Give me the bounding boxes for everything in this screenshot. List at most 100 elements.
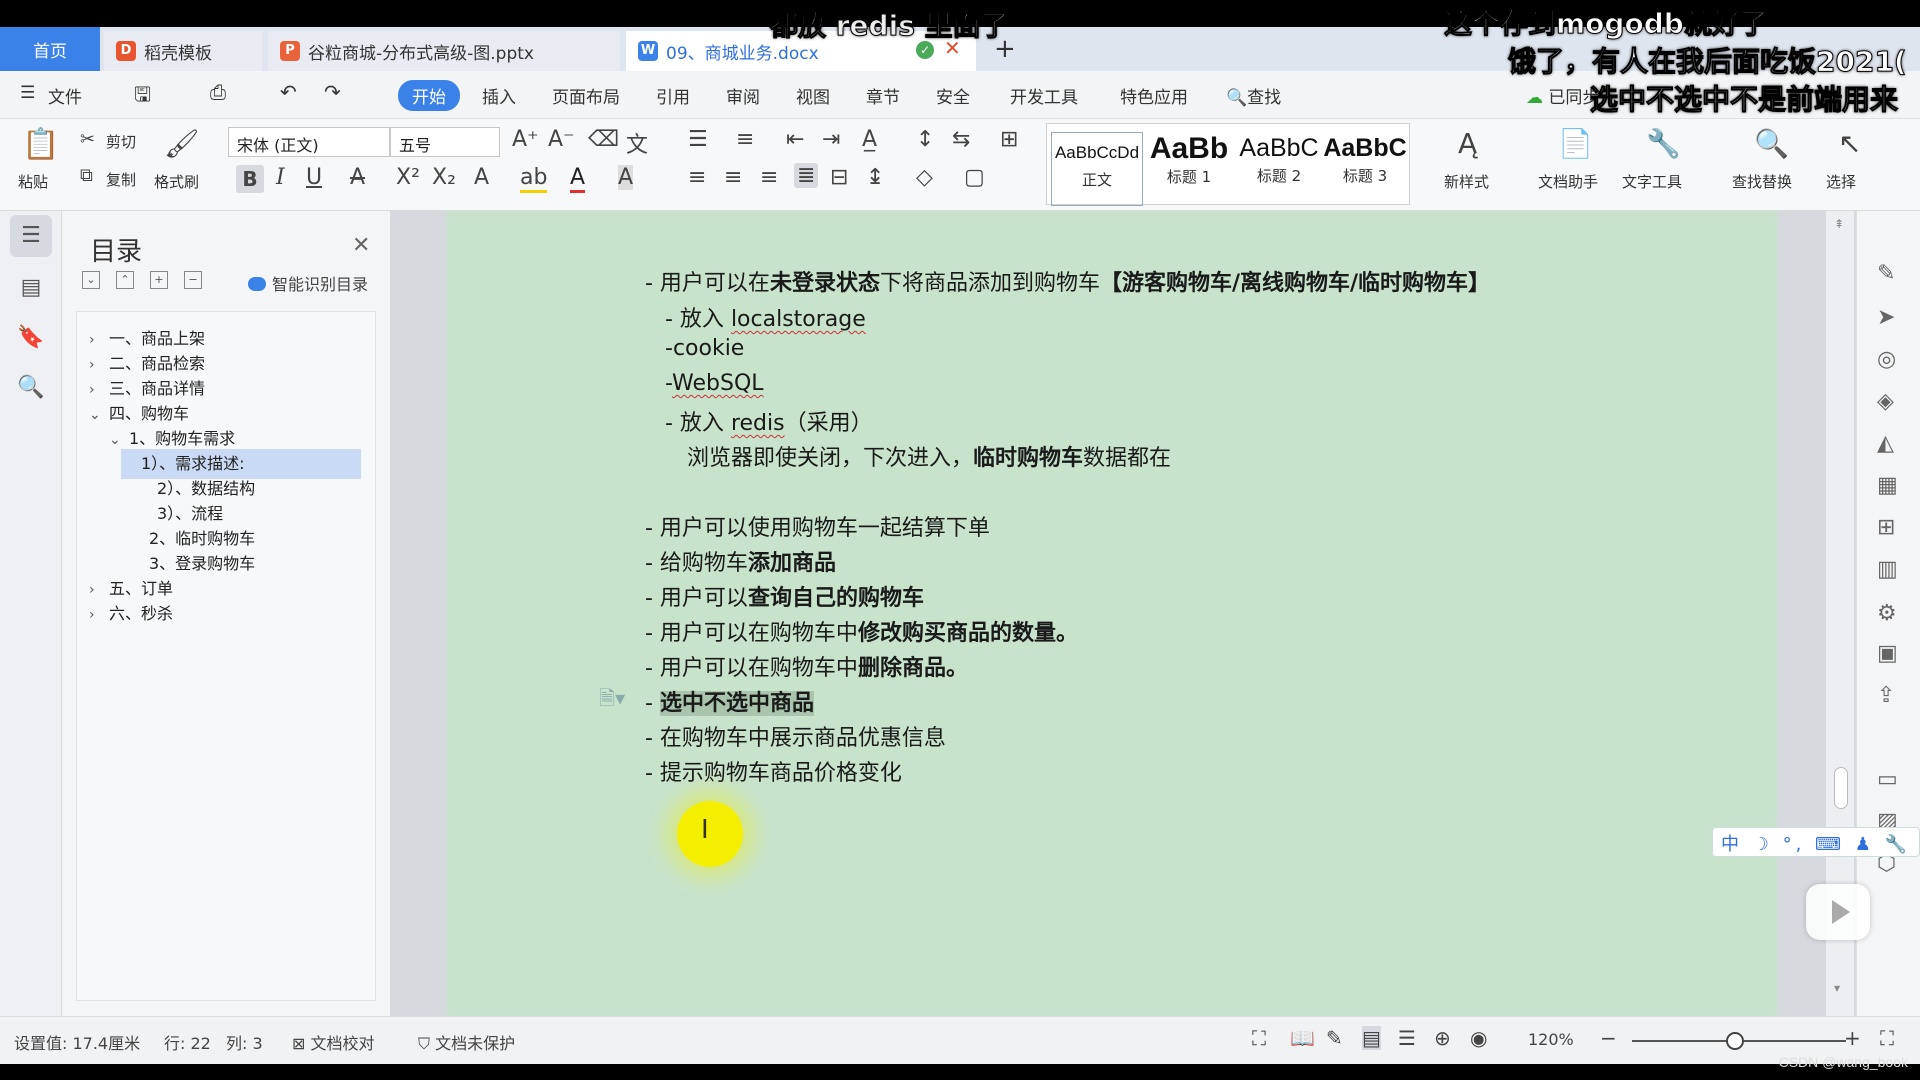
distribute-icon[interactable]: ⊟ [830, 165, 848, 190]
shading-icon[interactable]: ◇ [916, 165, 933, 190]
new-style-icon[interactable]: Ą [1458, 127, 1477, 160]
play-icon[interactable] [1806, 884, 1870, 940]
scissors-icon[interactable]: ✂ [80, 129, 95, 150]
collapse-all-icon[interactable]: ⌄ [82, 271, 100, 289]
menu-review[interactable]: 审阅 [726, 83, 760, 108]
sync-status[interactable]: ☁ 已同步 [1526, 83, 1599, 108]
paste-icon[interactable]: 📋 [22, 127, 59, 162]
table-grid-icon[interactable]: ⊞ [1000, 127, 1018, 152]
menu-page-layout[interactable]: 页面布局 [552, 83, 620, 108]
toc-item[interactable]: › 六、秒杀 [89, 599, 173, 629]
fill-icon[interactable]: ◭ [1877, 431, 1894, 456]
close-icon[interactable]: ✕ [352, 233, 370, 258]
remove-heading-icon[interactable]: − [184, 271, 202, 289]
paste-button[interactable]: 粘贴 [18, 171, 48, 192]
eye-protect-icon[interactable]: ◉ [1470, 1026, 1487, 1050]
add-heading-icon[interactable]: + [150, 271, 168, 289]
superscript-icon[interactable]: X² [396, 165, 420, 190]
italic-icon[interactable]: I [276, 165, 285, 190]
bullet-list-icon[interactable]: ☰ [688, 127, 708, 152]
toc-panel-icon[interactable]: ☰ [10, 215, 52, 257]
chart-icon[interactable]: ▥ [1877, 557, 1898, 582]
undo-icon[interactable]: ↶ [280, 80, 297, 104]
outline-view-icon[interactable]: ☰ [1398, 1026, 1416, 1050]
hamburger-icon[interactable]: ☰ [20, 83, 35, 103]
copy-button[interactable]: 复制 [106, 169, 136, 190]
highlight-icon[interactable]: ab [520, 165, 548, 193]
format-painter-icon[interactable]: 🖌 [164, 127, 200, 160]
zoom-level[interactable]: 120% [1528, 1030, 1574, 1049]
ime-toolbar[interactable]: 中 ☽ °, ⌨ ♟ 🔧 [1712, 827, 1920, 857]
new-style-button[interactable]: 新样式 [1444, 171, 1489, 192]
doc-helper-button[interactable]: 文档助手 [1538, 171, 1598, 192]
style-heading-3[interactable]: AaBbC 标题 3 [1323, 132, 1407, 206]
style-heading-2[interactable]: AaBbC 标题 2 [1233, 132, 1325, 206]
protect-status[interactable]: ⛉ 文档未保护 [418, 1030, 515, 1054]
text-effect-icon[interactable]: A [474, 165, 489, 190]
menu-references[interactable]: 引用 [656, 83, 690, 108]
grow-font-icon[interactable]: A⁺ [512, 127, 539, 152]
read-mode-icon[interactable]: 📖 [1290, 1026, 1315, 1050]
menu-start[interactable]: 开始 [398, 80, 460, 111]
chevron-right-icon[interactable]: › [89, 600, 109, 630]
gallery-icon[interactable]: ◎ [1877, 347, 1896, 372]
phonetic-icon[interactable]: 文 [626, 127, 648, 159]
style-normal[interactable]: AaBbCcDd 正文 [1051, 132, 1143, 206]
apps-grid-icon[interactable]: ⊞ [1877, 515, 1895, 540]
print-icon[interactable]: ⎙ [210, 80, 226, 104]
bookmark-icon[interactable]: 🔖 [10, 317, 52, 359]
doc-helper-icon[interactable]: 📄 [1558, 127, 1593, 160]
redo-icon[interactable]: ↷ [324, 80, 341, 104]
chinese-layout-icon[interactable]: A̲ [862, 127, 877, 152]
underline-icon[interactable]: U [306, 165, 322, 190]
table-icon[interactable]: ▦ [1877, 473, 1898, 498]
edit-mode-icon[interactable]: ✎ [1326, 1026, 1343, 1050]
zoom-out-icon[interactable]: − [1600, 1026, 1617, 1050]
smart-toc-button[interactable]: 智能识别目录 [248, 271, 368, 295]
document-page[interactable]: - 用户可以在未登录状态下将商品添加到购物车【游客购物车/离线购物车/临时购物车… [447, 211, 1777, 1016]
expand-up-icon[interactable]: ⌃ [116, 271, 134, 289]
style-heading-1[interactable]: AaBb 标题 1 [1143, 132, 1235, 206]
zoom-in-icon[interactable]: + [1844, 1026, 1861, 1050]
increase-indent-icon[interactable]: ⇥ [822, 127, 840, 152]
font-size-select[interactable]: 五号 [390, 127, 500, 157]
copy-icon[interactable]: ⧉ [80, 165, 93, 186]
strikethrough-icon[interactable]: A [350, 165, 365, 190]
align-left-icon[interactable]: ≡ [688, 165, 706, 190]
save-icon[interactable]: 🖫 [134, 80, 151, 114]
cut-button[interactable]: 剪切 [106, 131, 136, 152]
find-nav-icon[interactable]: 🔍 [10, 367, 52, 409]
subscript-icon[interactable]: X₂ [432, 165, 456, 190]
menu-special-apps[interactable]: 特色应用 [1120, 83, 1188, 108]
select-button[interactable]: 选择 [1826, 171, 1856, 192]
align-right-icon[interactable]: ≡ [760, 165, 778, 190]
shapes-icon[interactable]: ◈ [1877, 389, 1894, 414]
proofread-button[interactable]: ⊠ 文档校对 [292, 1030, 375, 1054]
font-name-select[interactable]: 宋体 (正文) [228, 127, 390, 157]
settings-sliders-icon[interactable]: ⚙ [1877, 601, 1897, 626]
scrollbar-thumb[interactable] [1834, 767, 1848, 809]
scroll-down-icon[interactable]: ▾ [1834, 981, 1840, 995]
tab-pptx[interactable]: P 谷粒商城-分布式高级-图.pptx [268, 31, 620, 71]
font-color-icon[interactable]: A [570, 165, 586, 193]
format-painter-button[interactable]: 格式刷 [154, 171, 199, 192]
web-view-icon[interactable]: ⊕ [1434, 1026, 1451, 1050]
pointer-icon[interactable]: ➤ [1877, 305, 1895, 330]
page-view-icon[interactable]: ▤ [1362, 1026, 1381, 1050]
menu-insert[interactable]: 插入 [482, 83, 516, 108]
fit-window-icon[interactable]: ⛶ [1880, 1026, 1894, 1050]
menu-view[interactable]: 视图 [796, 83, 830, 108]
scroll-top-icon[interactable]: ⇞ [1834, 217, 1844, 231]
text-tools-button[interactable]: 文字工具 [1622, 171, 1682, 192]
numbered-list-icon[interactable]: ≡ [736, 127, 754, 152]
align-center-icon[interactable]: ≡ [724, 165, 742, 190]
decrease-indent-icon[interactable]: ⇤ [786, 127, 804, 152]
menu-security[interactable]: 安全 [936, 83, 970, 108]
tab-templates[interactable]: D 稻壳模板 [104, 31, 262, 71]
shrink-font-icon[interactable]: A⁻ [548, 127, 575, 152]
menu-find[interactable]: 🔍查找 [1226, 83, 1281, 108]
zoom-slider-knob[interactable] [1726, 1032, 1744, 1050]
menu-chapter[interactable]: 章节 [866, 83, 900, 108]
line-spacing-icon[interactable]: ↨ [866, 165, 884, 190]
sort-icon[interactable]: ↕ [916, 127, 934, 152]
